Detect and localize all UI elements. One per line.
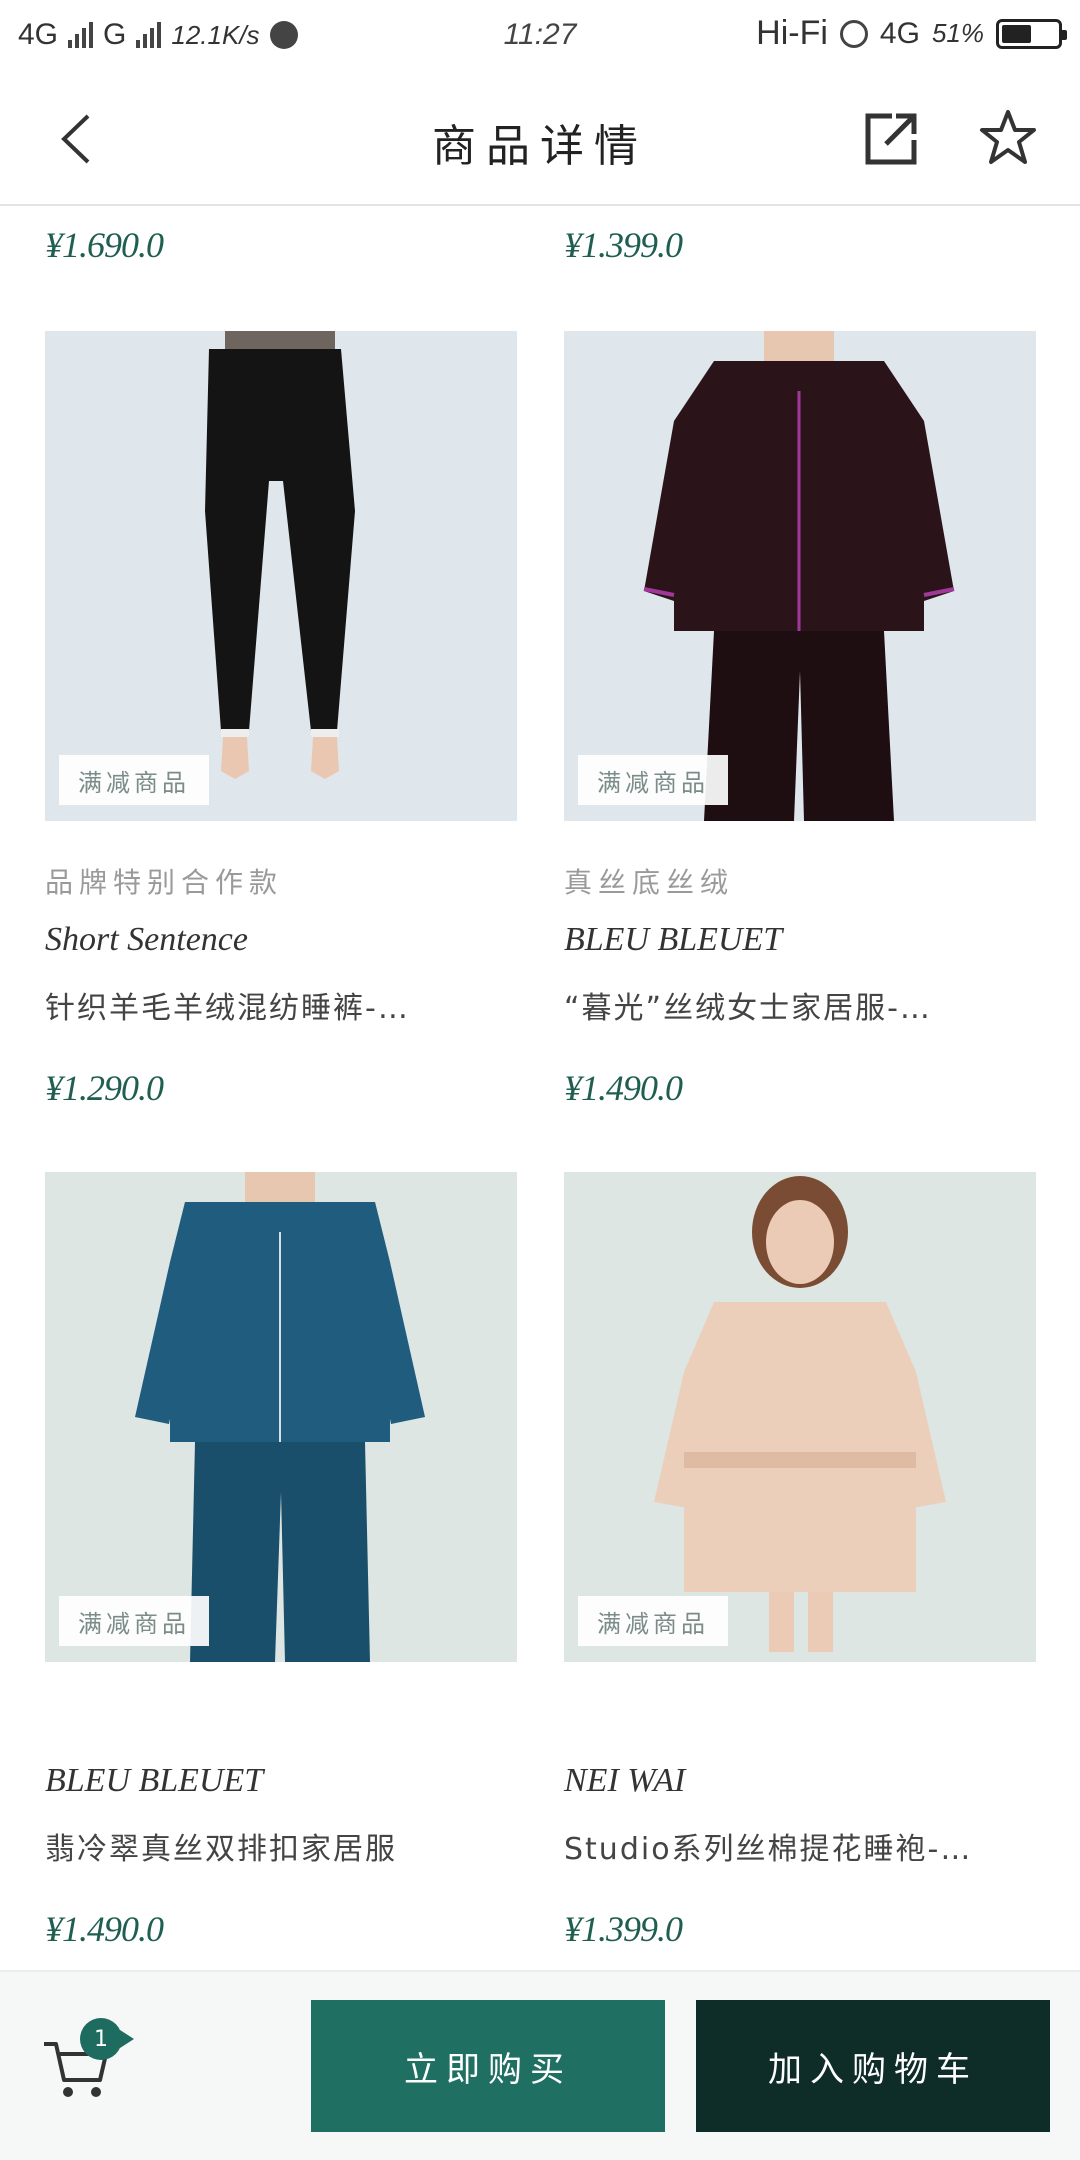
product-image[interactable]: 满减商品 (564, 331, 1036, 821)
share-icon[interactable] (862, 110, 920, 168)
product-price: ¥1.399.0 (564, 1909, 683, 1949)
product-tag: 真丝底丝绒 (564, 866, 735, 899)
battery-icon (996, 18, 1067, 49)
network-label-3: 4G (879, 16, 920, 50)
hifi-label: Hi-Fi (756, 14, 828, 52)
discount-badge: 满减商品 (578, 755, 728, 805)
product-image[interactable]: 满减商品 (564, 1172, 1036, 1662)
product-price: ¥1.490.0 (45, 1909, 164, 1949)
product-price: ¥1.490.0 (564, 1068, 683, 1108)
discount-badge: 满减商品 (578, 1596, 728, 1646)
pajama-illustration (643, 331, 955, 821)
star-icon[interactable] (978, 108, 1038, 168)
product-desc: “暮光”丝绒女士家居服-… (564, 991, 932, 1026)
product-desc: 翡冷翠真丝双排扣家居服 (45, 1832, 397, 1867)
product-list: ¥1.690.0 ¥1.399.0 满减商品 品牌特别合作款 Short Sen… (0, 206, 1080, 1970)
pants-illustration (205, 331, 355, 779)
cart-count-badge: 1 (80, 2018, 134, 2060)
status-bar: 4G G 12.1K/s 11:27 Hi-Fi 4G 51% (0, 0, 1080, 72)
battery-percent: 51% (931, 18, 984, 48)
product-tag: 品牌特别合作款 (45, 866, 284, 899)
product-price: ¥1.690.0 (45, 225, 164, 265)
discount-badge: 满减商品 (59, 755, 209, 805)
product-brand: BLEU BLEUET (45, 1762, 264, 1799)
product-brand: BLEU BLEUET (564, 921, 783, 958)
nav-bar: 商品详情 (0, 72, 1080, 206)
status-right: Hi-Fi 4G 51% (756, 14, 1067, 53)
silk-pajama-illustration (135, 1172, 425, 1662)
buy-now-button[interactable]: 立即购买 (311, 2000, 665, 2132)
bottom-action-bar: 1 立即购买 加入购物车 (0, 1970, 1080, 2160)
product-brand: Short Sentence (45, 921, 248, 958)
product-image[interactable]: 满减商品 (45, 1172, 517, 1662)
alarm-icon (839, 19, 868, 48)
product-desc: Studio系列丝棉提花睡袍-… (564, 1832, 973, 1867)
discount-badge: 满减商品 (59, 1596, 209, 1646)
product-desc: 针织羊毛羊绒混纺睡裤-… (45, 991, 410, 1026)
product-price: ¥1.290.0 (45, 1068, 164, 1108)
add-to-cart-button[interactable]: 加入购物车 (696, 2000, 1050, 2132)
product-price: ¥1.399.0 (564, 225, 683, 265)
product-image[interactable]: 满减商品 (45, 331, 517, 821)
product-brand: NEI WAI (564, 1762, 686, 1799)
robe-illustration (654, 1176, 946, 1652)
